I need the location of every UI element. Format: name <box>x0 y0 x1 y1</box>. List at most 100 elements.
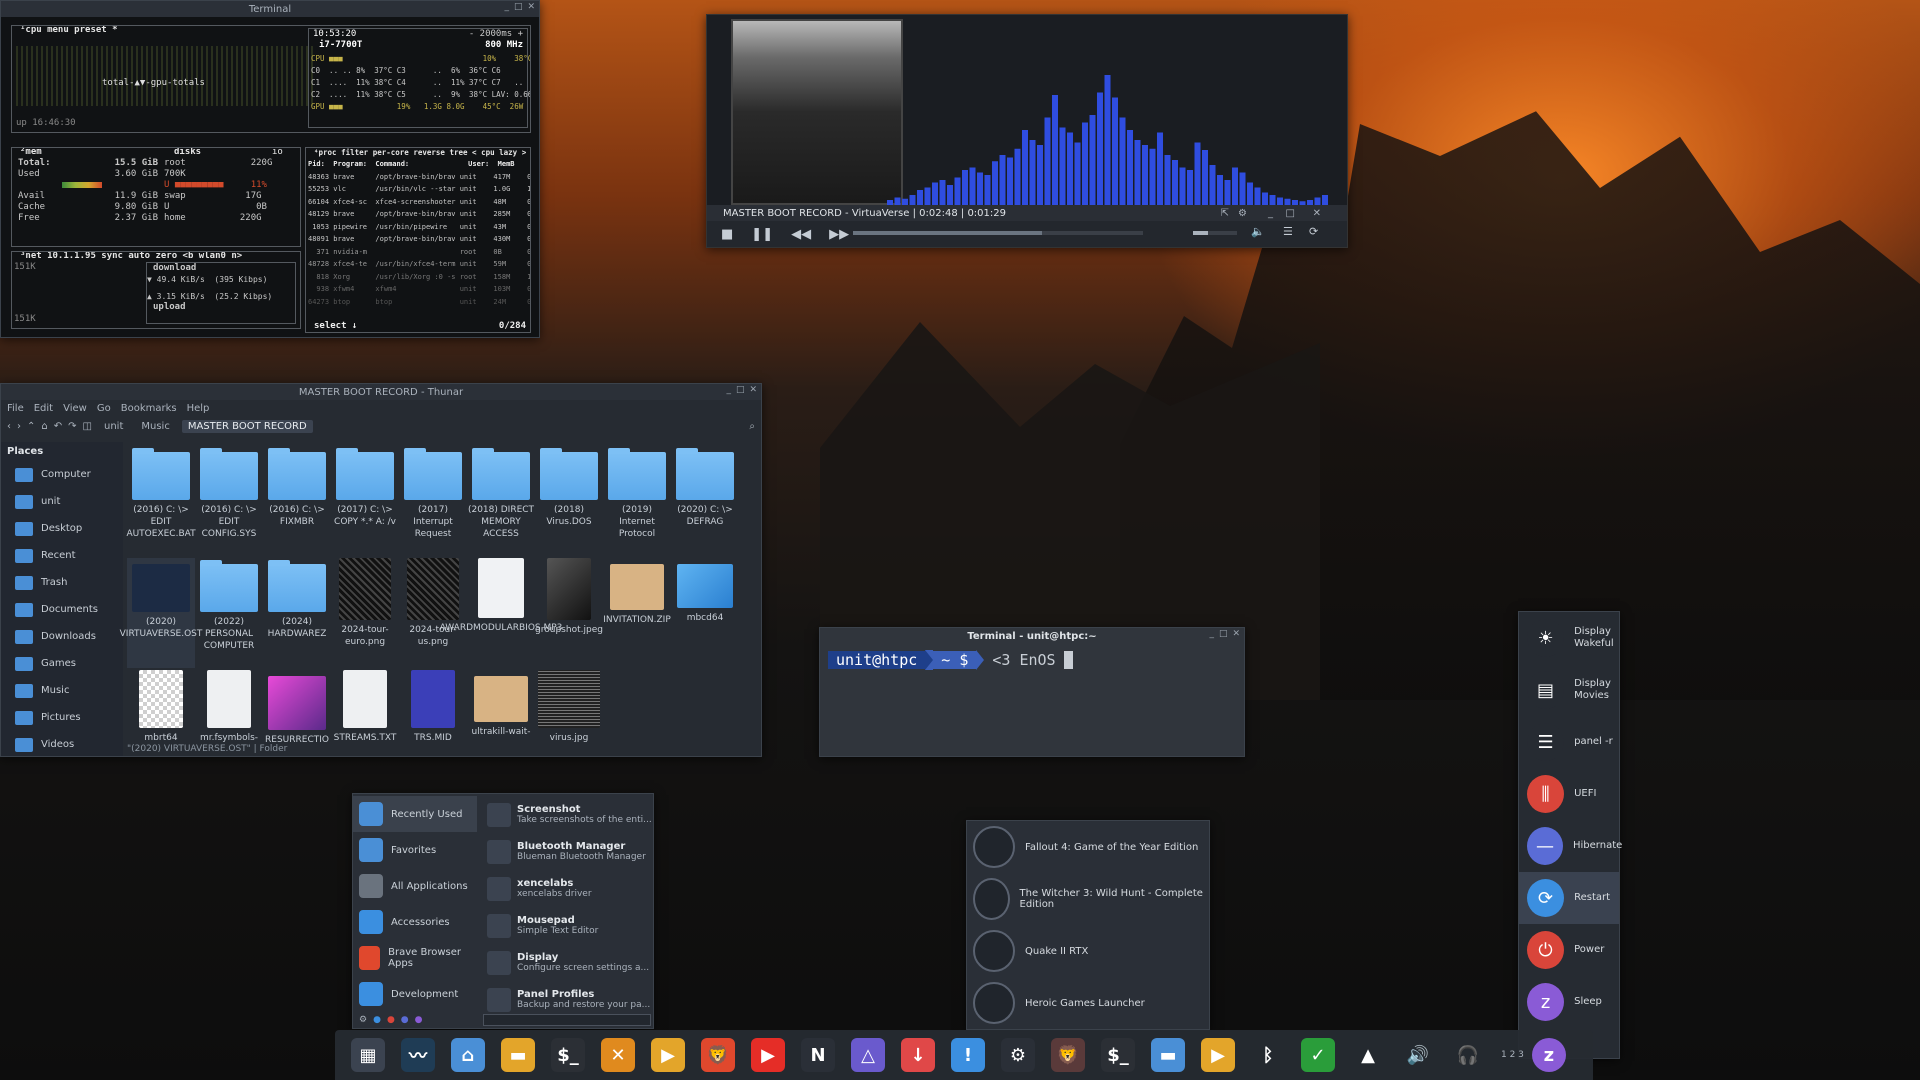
playlist-icon[interactable]: ☰ <box>1283 225 1293 238</box>
power-display-movies[interactable]: ▤ Display Movies <box>1519 664 1619 716</box>
titlebar[interactable]: MASTER BOOT RECORD - Thunar _ □ ✕ <box>1 384 761 400</box>
disks-header[interactable]: disks <box>172 148 204 158</box>
prism-launcher[interactable]: △ <box>843 1032 893 1078</box>
headphones-launcher[interactable]: 🎧 <box>1443 1032 1493 1078</box>
refresh-rate[interactable]: - 2000ms + <box>469 29 523 40</box>
menu-bookmarks[interactable]: Bookmarks <box>121 403 177 414</box>
file-item[interactable]: mbcd64 <box>671 558 739 668</box>
games-menu[interactable]: Fallout 4: Game of the Year Edition The W… <box>966 820 1210 1030</box>
proc-footer[interactable]: select ↓ <box>314 321 357 332</box>
logout-icon[interactable]: ● <box>387 1015 395 1025</box>
youtube-launcher[interactable]: ▶ <box>743 1032 793 1078</box>
settings-icon[interactable]: ⚙ <box>359 1015 367 1025</box>
minimize-icon[interactable]: _ <box>504 2 509 12</box>
file-item[interactable]: (2020) C: \> DEFRAG <box>671 446 739 556</box>
file-item[interactable]: (2019) Internet Protocol <box>603 446 671 556</box>
game-item[interactable]: Quake II RTX <box>967 925 1209 977</box>
place-downloads[interactable]: Downloads <box>1 623 123 650</box>
minimize-icon[interactable]: _ <box>1209 629 1214 639</box>
volume-slider[interactable] <box>1193 231 1237 235</box>
stop-icon[interactable]: ■ <box>721 227 733 242</box>
place-games[interactable]: Games <box>1 650 123 677</box>
file-item[interactable]: TRS.MID <box>399 670 467 780</box>
maximize-icon[interactable]: □ <box>736 385 745 395</box>
close-icon[interactable]: ✕ <box>1232 629 1240 639</box>
cpu-header[interactable]: ¹cpu menu preset * <box>18 26 120 36</box>
volume-launcher[interactable]: 🔊 <box>1393 1032 1443 1078</box>
pause-icon[interactable]: ❚❚ <box>751 227 773 242</box>
file-item[interactable]: (2024) HARDWAREZ <box>263 558 331 668</box>
brave-running-launcher[interactable]: 🦁 <box>1043 1032 1093 1078</box>
download-launcher[interactable]: ↓ <box>893 1032 943 1078</box>
switch-user-icon[interactable]: ● <box>401 1015 409 1025</box>
place-computer[interactable]: Computer <box>1 461 123 488</box>
titlebar[interactable]: Terminal _ □ ✕ <box>1 1 539 17</box>
titlebar[interactable]: Terminal - unit@htpc:~ _ □ ✕ <box>820 628 1244 644</box>
undo-icon[interactable]: ↶ <box>54 421 62 432</box>
up-icon[interactable]: ⌃ <box>27 421 35 432</box>
place-unit[interactable]: unit <box>1 488 123 515</box>
resize-icon[interactable]: ⇱ <box>1221 208 1229 219</box>
minimize-icon[interactable]: _ <box>1268 208 1273 219</box>
application-menu[interactable]: Recently Used Favorites All Applications Ac… <box>352 793 654 1029</box>
vlc-running-launcher[interactable]: ▶ <box>1193 1032 1243 1078</box>
breadcrumb-music[interactable]: Music <box>135 420 175 433</box>
terminal-running-launcher[interactable]: $_ <box>1093 1032 1143 1078</box>
power-display-wakeful[interactable]: ☀ Display Wakeful <box>1519 612 1619 664</box>
menu-view[interactable]: View <box>63 403 87 414</box>
proc-row[interactable]: 1053 pipewire /usr/bin/pipewire unit 43M… <box>308 221 530 234</box>
place-documents[interactable]: Documents <box>1 596 123 623</box>
sleep-launcher[interactable]: z <box>1524 1032 1574 1078</box>
power-restart[interactable]: ⟳ Restart <box>1519 872 1619 924</box>
proc-row[interactable]: 64273 btop btop unit 24M 0.8 <box>308 296 530 309</box>
loop-icon[interactable]: ⟳ <box>1309 225 1318 238</box>
power-sleep[interactable]: z Sleep <box>1519 976 1619 1028</box>
place-recent[interactable]: Recent <box>1 542 123 569</box>
maximize-icon[interactable]: □ <box>514 2 523 12</box>
home-icon[interactable]: ⌂ <box>41 421 47 432</box>
close-icon[interactable]: ✕ <box>749 385 757 395</box>
app-grid-launcher[interactable]: ▦ <box>343 1032 393 1078</box>
minimize-icon[interactable]: _ <box>726 385 731 395</box>
file-item[interactable]: (2018) DIRECT MEMORY ACCESS <box>467 446 535 556</box>
maximize-icon[interactable]: □ <box>1286 208 1295 219</box>
terminal-content[interactable]: unit@htpc ~ $ <3 EnOS <box>820 644 1244 676</box>
lock-icon[interactable]: ● <box>373 1015 381 1025</box>
sleep-icon[interactable]: ● <box>415 1015 423 1025</box>
volume-icon[interactable]: 🔈 <box>1251 225 1265 238</box>
file-item[interactable]: ultrakill-wait- <box>467 670 535 780</box>
proc-row[interactable]: 48728 xfce4-te /usr/bin/xfce4-term unit … <box>308 258 530 271</box>
game-item[interactable]: The Witcher 3: Wild Hunt - Complete Edit… <box>967 873 1209 925</box>
fast-forward-icon[interactable]: ▶▶ <box>829 227 849 242</box>
power-menu[interactable]: ☀ Display Wakeful ▤ Display Movies ☰ panel -r… <box>1518 611 1622 1059</box>
app-item[interactable]: Bluetooth Manager Blueman Bluetooth Manag… <box>353 833 655 870</box>
power-panel-r[interactable]: ☰ panel -r <box>1519 716 1619 768</box>
app-item[interactable]: xencelabs xencelabs driver <box>353 870 655 907</box>
rewind-icon[interactable]: ◀◀ <box>791 227 811 242</box>
power-uefi[interactable]: ⫼ UEFI <box>1519 768 1619 820</box>
redo-icon[interactable]: ↷ <box>68 421 76 432</box>
proc-header[interactable]: ⁴proc filter per-core reverse tree < cpu… <box>312 148 529 158</box>
close-icon[interactable]: ✕ <box>1313 208 1321 219</box>
menu-help[interactable]: Help <box>187 403 210 414</box>
place-music[interactable]: Music <box>1 677 123 704</box>
seek-bar[interactable] <box>853 231 1143 235</box>
btop-terminal-window[interactable]: Terminal _ □ ✕ ¹cpu menu preset * total-▲▼… <box>0 0 540 338</box>
xencelabs-launcher[interactable]: ▲ <box>1343 1032 1393 1078</box>
settings-icon[interactable]: ⚙ <box>1238 208 1247 219</box>
file-item[interactable]: (2017) Interrupt Request <box>399 446 467 556</box>
power-power[interactable]: ⏻ Power <box>1519 924 1619 976</box>
file-item[interactable]: 2024-tour-us.png <box>399 558 467 668</box>
file-item[interactable]: INVITATION.ZIP <box>603 558 671 668</box>
steam-launcher[interactable]: ⚙ <box>993 1032 1043 1078</box>
media-player-launcher[interactable]: ▶ <box>643 1032 693 1078</box>
file-item[interactable]: mbrt64 <box>127 670 195 780</box>
file-item[interactable]: mr.fsymbols- <box>195 670 263 780</box>
app-item[interactable]: Screenshot Take screenshots of the enti..… <box>353 796 655 833</box>
proc-row[interactable]: 818 Xorg /usr/lib/Xorg :0 -s root 158M 1… <box>308 271 530 284</box>
home-folder-launcher[interactable]: ⌂ <box>443 1032 493 1078</box>
terminal-window[interactable]: Terminal - unit@htpc:~ _ □ ✕ unit@htpc ~ $… <box>819 627 1245 757</box>
file-manager-launcher[interactable]: ▬ <box>493 1032 543 1078</box>
heroic-launcher[interactable]: ! <box>943 1032 993 1078</box>
proc-row[interactable]: 66104 xfce4-sc xfce4-screenshooter unit … <box>308 196 530 209</box>
